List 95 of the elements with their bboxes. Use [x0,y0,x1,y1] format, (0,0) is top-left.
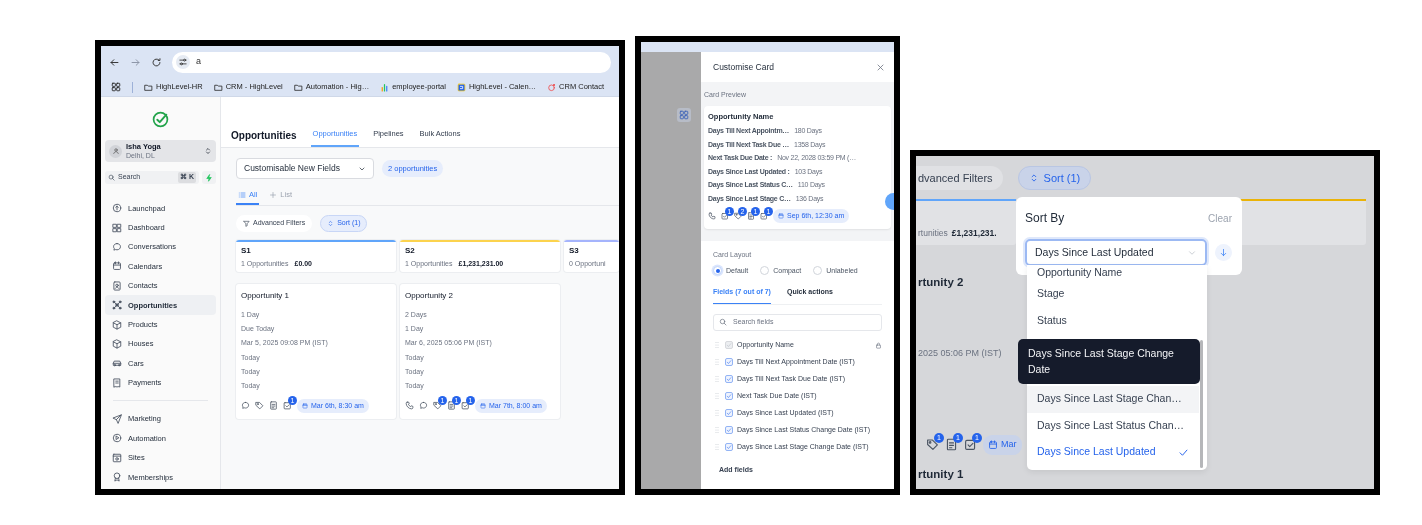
back-arrow-icon[interactable] [109,56,120,68]
calendar-icon [480,402,486,409]
checkbox[interactable] [725,375,733,383]
dropdown-option[interactable]: Opportunity Name [1027,265,1199,281]
calendar-icon [778,213,784,219]
radio-button[interactable] [813,266,823,276]
quick-action-button[interactable] [202,171,216,184]
tag-icon[interactable] [255,401,264,411]
dropdown-option[interactable]: Status [1027,307,1199,334]
folder-icon [213,82,223,92]
checkbox[interactable] [725,409,733,417]
grid-icon [112,222,122,233]
card-title: rtunity 1 [917,466,964,481]
checkbox[interactable] [725,443,733,451]
stage-count: rtunities [918,227,948,240]
network-icon [112,300,122,311]
stage-name: S2 [405,245,416,257]
folder-icon [144,82,153,92]
calendar-icon [112,261,122,272]
chevron-up-down-icon [327,220,335,227]
arrow-circle-icon [112,203,122,214]
scrollbar[interactable] [1200,340,1203,468]
sliders-icon[interactable] [176,55,190,69]
forward-arrow-icon[interactable] [130,56,141,68]
note-icon[interactable] [747,212,755,220]
browser-window-icon [112,452,122,463]
radio-button[interactable] [713,266,722,276]
note-icon[interactable] [447,401,456,411]
card-title: Opportunity 1 [241,290,291,302]
bar-chart-icon [380,82,390,92]
chat-icon[interactable] [419,401,428,411]
calendar-favicon-icon [456,82,466,92]
task-icon[interactable] [964,438,977,452]
phone-icon[interactable] [708,212,716,220]
sort-field-dropdown[interactable]: Days Since Last Updated [1025,239,1208,266]
task-icon[interactable] [721,212,729,220]
card-title: rtunity 2 [917,275,964,289]
page-title: Opportunities [231,128,297,143]
calendar-icon [302,402,308,409]
phone-icon[interactable] [405,401,414,411]
address-field[interactable]: a [172,51,611,73]
task-icon[interactable] [283,401,292,411]
cube-icon [112,319,122,330]
task-icon[interactable] [760,212,768,220]
search-icon [108,174,115,181]
radio-button[interactable] [760,266,770,276]
checkbox[interactable] [725,358,733,366]
list-icon [238,191,246,199]
dropdown-option[interactable]: Days Since Last Status Chan… [1027,412,1199,439]
sort-button[interactable]: Sort (1) [1017,166,1092,190]
card-field-value: 2025 05:06 PM (IST) [917,347,1002,359]
cube-icon [112,338,122,349]
note-icon[interactable] [269,401,278,411]
pipeline-dropdown[interactable]: Customisable New Fields [236,158,374,179]
checkbox[interactable] [725,392,733,400]
lightning-icon [205,173,213,182]
ring-favicon-icon [547,82,557,92]
sort-direction-button[interactable] [1215,244,1232,261]
check-circle-logo-icon[interactable] [152,111,169,128]
plus-icon [269,191,278,199]
stage-name: S1 [241,245,252,257]
drawer-title: Customise Card [713,60,774,74]
folder-icon [293,82,303,92]
tag-icon[interactable] [926,438,939,452]
reload-icon[interactable] [151,56,162,68]
receipt-icon [112,377,122,388]
apps-grid-icon[interactable] [111,82,121,92]
ribbon-icon [112,472,122,483]
calendar-icon [988,439,998,450]
close-icon[interactable] [876,62,885,72]
dropdown-option[interactable]: Days Since Last Stage Chan… [1027,386,1199,413]
contact-card-icon [112,280,122,291]
chevron-up-down-icon [204,147,212,155]
popover-title: Sort By [1025,210,1065,227]
stage-name: S3 [569,245,580,257]
filter-icon [243,220,250,227]
appointment-chip[interactable]: Mar [983,435,1022,455]
checkbox[interactable] [725,426,733,434]
tooltip: Days Since Last Stage Change Date [1018,339,1200,384]
card-title: Opportunity 2 [405,290,455,302]
stage-value: £1,231,231. [951,227,997,240]
paper-plane-icon [112,414,122,425]
task-icon[interactable] [461,401,470,411]
note-icon[interactable] [945,438,958,452]
chat-icon[interactable] [241,401,250,411]
advanced-filters-button[interactable]: dvanced Filters [916,166,1003,190]
dropdown-option[interactable]: Stage [1027,281,1199,308]
tag-icon[interactable] [433,401,442,411]
chat-icon [112,241,122,252]
tag-icon[interactable] [734,212,742,220]
search-icon [719,318,727,326]
car-icon [112,358,122,369]
play-circle-icon [112,433,122,444]
dropdown-option[interactable]: Days Since Last Updated [1027,439,1199,466]
arrow-down-icon [1219,248,1229,257]
